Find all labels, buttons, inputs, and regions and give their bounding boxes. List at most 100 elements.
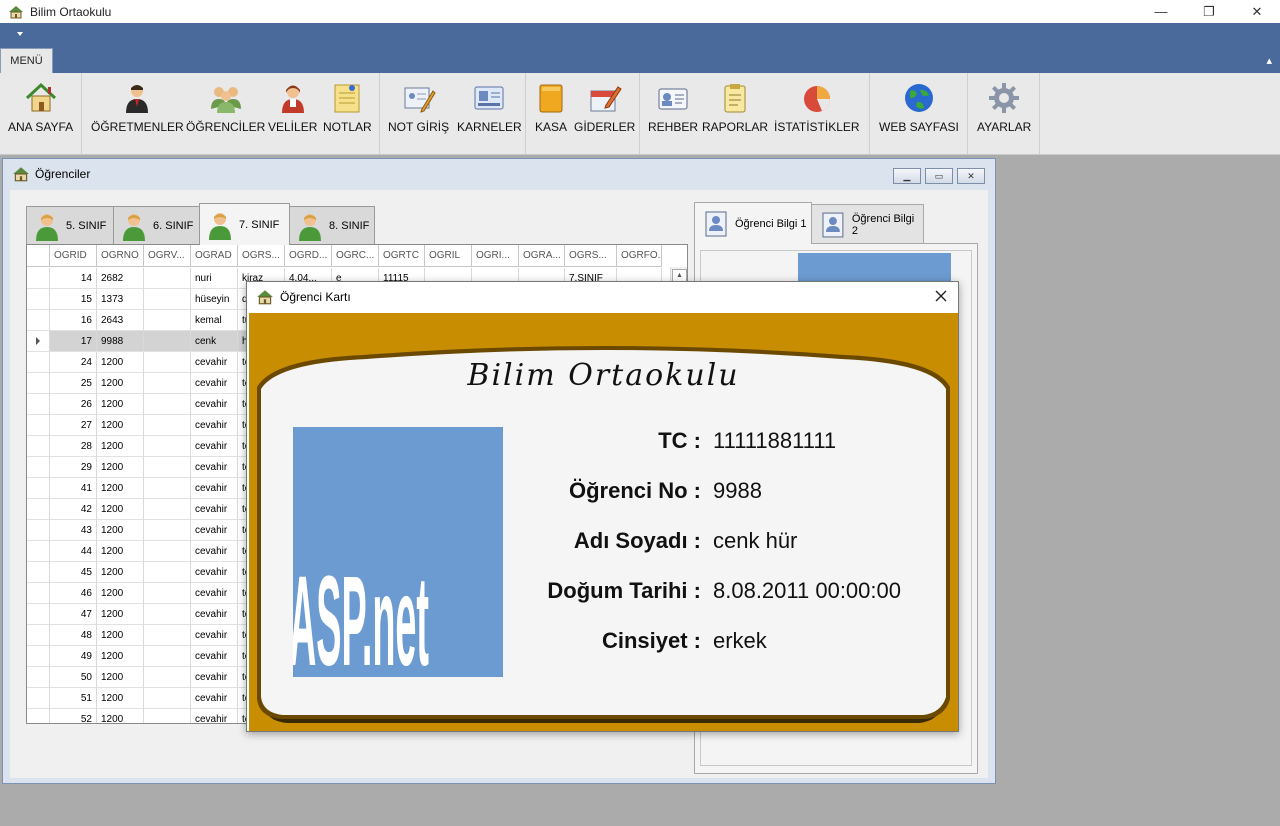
- table-cell[interactable]: [144, 373, 191, 394]
- row-header[interactable]: [27, 373, 50, 394]
- table-cell[interactable]: cevahir: [191, 457, 238, 478]
- row-header[interactable]: [27, 436, 50, 457]
- table-cell[interactable]: 15: [50, 289, 97, 310]
- table-cell[interactable]: [144, 394, 191, 415]
- table-cell[interactable]: [144, 688, 191, 709]
- tab-student-info-2[interactable]: Öğrenci Bilgi 2: [811, 204, 924, 244]
- tab-class-5[interactable]: 5. SINIF: [26, 206, 114, 244]
- ribbon-button-home[interactable]: ANA SAYFA: [8, 81, 73, 134]
- row-header[interactable]: [27, 499, 50, 520]
- ribbon-button-reports[interactable]: RAPORLAR: [702, 81, 768, 134]
- column-header[interactable]: OGRC...: [332, 245, 379, 267]
- table-cell[interactable]: 46: [50, 583, 97, 604]
- row-header[interactable]: [27, 583, 50, 604]
- table-cell[interactable]: cevahir: [191, 520, 238, 541]
- ribbon-button-parents[interactable]: VELİLER: [268, 81, 317, 134]
- table-cell[interactable]: cevahir: [191, 373, 238, 394]
- tab-class-8[interactable]: 8. SINIF: [289, 206, 375, 244]
- table-cell[interactable]: [144, 625, 191, 646]
- table-cell[interactable]: 47: [50, 604, 97, 625]
- ribbon-button-contacts[interactable]: REHBER: [648, 81, 698, 134]
- row-header[interactable]: [27, 331, 50, 352]
- child-minimize-button[interactable]: ▁: [893, 168, 921, 184]
- table-cell[interactable]: [144, 499, 191, 520]
- tab-class-7[interactable]: 7. SINIF: [199, 203, 290, 245]
- table-cell[interactable]: 28: [50, 436, 97, 457]
- child-close-button[interactable]: ✕: [957, 168, 985, 184]
- table-cell[interactable]: 48: [50, 625, 97, 646]
- column-header[interactable]: OGRID: [50, 245, 97, 267]
- column-header[interactable]: OGRI...: [472, 245, 519, 267]
- table-cell[interactable]: cevahir: [191, 436, 238, 457]
- table-cell[interactable]: [144, 331, 191, 352]
- table-cell[interactable]: 16: [50, 310, 97, 331]
- table-cell[interactable]: 1200: [97, 688, 144, 709]
- quick-access-dropdown-icon[interactable]: [17, 32, 23, 36]
- table-cell[interactable]: 43: [50, 520, 97, 541]
- table-cell[interactable]: [144, 268, 191, 289]
- table-cell[interactable]: 29: [50, 457, 97, 478]
- table-cell[interactable]: 51: [50, 688, 97, 709]
- table-cell[interactable]: 1200: [97, 520, 144, 541]
- table-cell[interactable]: cevahir: [191, 541, 238, 562]
- row-header[interactable]: [27, 541, 50, 562]
- table-cell[interactable]: 41: [50, 478, 97, 499]
- row-header[interactable]: [27, 289, 50, 310]
- ribbon-button-statistics[interactable]: İSTATİSTİKLER: [774, 81, 860, 134]
- table-cell[interactable]: 14: [50, 268, 97, 289]
- table-cell[interactable]: cevahir: [191, 394, 238, 415]
- table-cell[interactable]: cevahir: [191, 478, 238, 499]
- row-header[interactable]: [27, 709, 50, 723]
- ribbon-button-students[interactable]: ÖĞRENCİLER: [186, 81, 265, 134]
- row-header[interactable]: [27, 604, 50, 625]
- table-cell[interactable]: [144, 520, 191, 541]
- table-cell[interactable]: cevahir: [191, 583, 238, 604]
- ribbon-button-expenses[interactable]: GİDERLER: [574, 81, 635, 134]
- row-header[interactable]: [27, 415, 50, 436]
- row-header[interactable]: [27, 688, 50, 709]
- table-cell[interactable]: 1200: [97, 604, 144, 625]
- table-cell[interactable]: [144, 415, 191, 436]
- table-cell[interactable]: 1200: [97, 394, 144, 415]
- row-header[interactable]: [27, 646, 50, 667]
- table-cell[interactable]: [144, 667, 191, 688]
- row-header[interactable]: [27, 520, 50, 541]
- column-header[interactable]: OGRFO...: [617, 245, 662, 267]
- table-cell[interactable]: 25: [50, 373, 97, 394]
- row-header[interactable]: [27, 625, 50, 646]
- collapse-ribbon-icon[interactable]: ▴: [1266, 54, 1272, 67]
- table-cell[interactable]: cevahir: [191, 499, 238, 520]
- column-header[interactable]: OGRTC: [379, 245, 425, 267]
- table-cell[interactable]: [144, 646, 191, 667]
- table-cell[interactable]: 9988: [97, 331, 144, 352]
- table-cell[interactable]: 1200: [97, 709, 144, 723]
- table-cell[interactable]: [144, 457, 191, 478]
- table-cell[interactable]: 1200: [97, 373, 144, 394]
- table-cell[interactable]: hüseyin: [191, 289, 238, 310]
- row-header[interactable]: [27, 394, 50, 415]
- students-window-titlebar[interactable]: Öğrenciler ▁ ▭ ✕: [3, 159, 995, 189]
- row-header[interactable]: [27, 352, 50, 373]
- table-cell[interactable]: [144, 583, 191, 604]
- table-cell[interactable]: cevahir: [191, 646, 238, 667]
- close-button[interactable]: ✕: [1234, 0, 1280, 23]
- table-cell[interactable]: 1200: [97, 583, 144, 604]
- table-cell[interactable]: 52: [50, 709, 97, 723]
- tab-class-6[interactable]: 6. SINIF: [113, 206, 200, 244]
- minimize-button[interactable]: —: [1138, 0, 1184, 23]
- table-cell[interactable]: [144, 541, 191, 562]
- ribbon-button-teachers[interactable]: ÖĞRETMENLER: [91, 81, 184, 134]
- table-cell[interactable]: 26: [50, 394, 97, 415]
- table-cell[interactable]: cevahir: [191, 667, 238, 688]
- table-cell[interactable]: 49: [50, 646, 97, 667]
- child-maximize-button[interactable]: ▭: [925, 168, 953, 184]
- restore-button[interactable]: ❐: [1186, 0, 1232, 23]
- table-cell[interactable]: 1200: [97, 352, 144, 373]
- column-header[interactable]: OGRA...: [519, 245, 565, 267]
- close-icon[interactable]: [932, 287, 950, 305]
- table-cell[interactable]: 1200: [97, 625, 144, 646]
- column-header[interactable]: OGRS...: [238, 245, 285, 267]
- table-cell[interactable]: cevahir: [191, 625, 238, 646]
- ribbon-button-safe[interactable]: KASA: [534, 81, 568, 134]
- table-cell[interactable]: [144, 352, 191, 373]
